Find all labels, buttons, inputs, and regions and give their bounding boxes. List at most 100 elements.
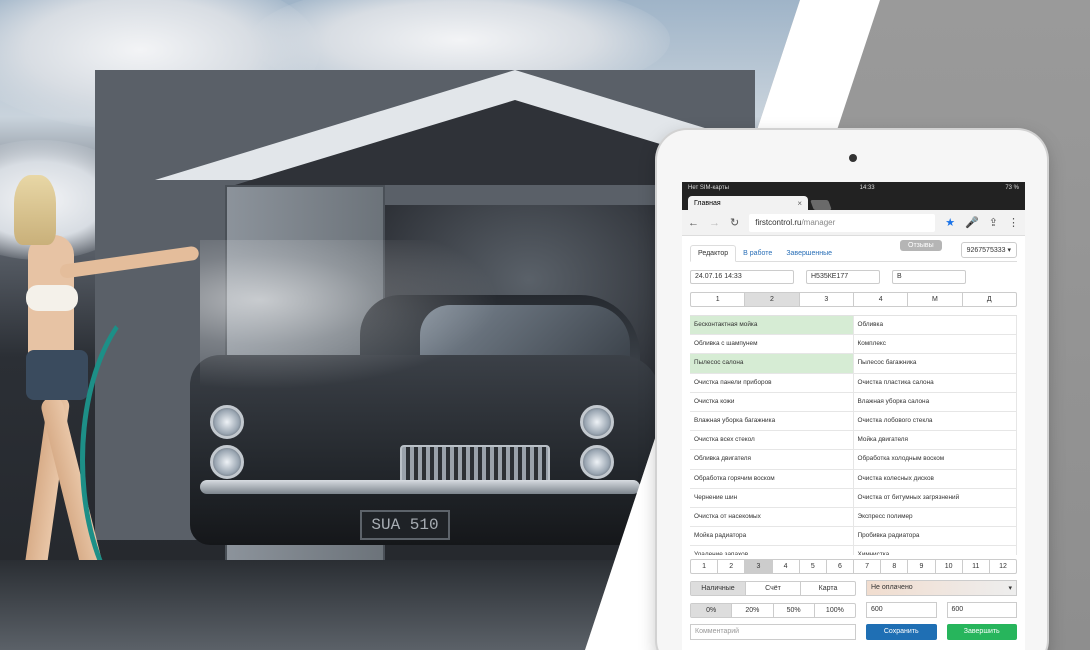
service-left[interactable]: Мойка радиатора: [690, 527, 854, 546]
tab-in-progress[interactable]: В работе: [736, 246, 779, 261]
car-license-plate: SUA 510: [360, 510, 450, 540]
service-row: Очистка всех стекол Мойка двигателя: [690, 431, 1017, 451]
address-bar: ← → ↻ firstcontrol.ru/manager ★ 🎤 ⇪ ⋮: [682, 210, 1025, 236]
reviews-button[interactable]: Отзывы: [900, 240, 942, 251]
finish-button[interactable]: Завершить: [946, 624, 1017, 640]
tab-completed[interactable]: Завершенные: [779, 246, 839, 261]
service-left[interactable]: Чернение шин: [690, 488, 854, 507]
back-arrow-icon[interactable]: ←: [688, 217, 699, 229]
service-row: Чернение шин Очистка от битумных загрязне…: [690, 488, 1017, 508]
time-label: 14:33: [859, 185, 875, 191]
service-left[interactable]: Обработка горячим воском: [690, 469, 854, 488]
tablet-camera: [849, 154, 857, 162]
datetime-field[interactable]: 24.07.16 14:33: [690, 270, 794, 284]
browser-tab-strip: Главная ×: [682, 194, 1025, 210]
page-option-9[interactable]: 10: [936, 560, 963, 573]
service-right[interactable]: Очистка колесных дисков: [854, 469, 1017, 488]
menu-dots-icon[interactable]: ⋮: [1008, 216, 1019, 229]
services-grid: Бесконтактная мойка Обливка Обливка с шамп…: [690, 315, 1017, 555]
service-right[interactable]: Обработка холодным воском: [854, 450, 1017, 469]
car-grille: [400, 445, 550, 485]
browser-tab[interactable]: Главная ×: [688, 196, 808, 210]
service-right[interactable]: Очистка лобового стекла: [854, 411, 1017, 431]
size-option-1[interactable]: 2: [745, 293, 800, 306]
comment-input[interactable]: Комментарий: [690, 624, 856, 640]
page-option-0[interactable]: 1: [691, 560, 719, 573]
size-option-2[interactable]: 3: [800, 293, 854, 306]
service-left[interactable]: Влажная уборка багажника: [690, 411, 854, 431]
manager-page: Редактор В работе Завершенные Отзывы 926…: [682, 236, 1025, 646]
page-option-1[interactable]: 2: [718, 560, 746, 573]
bookmark-star-icon[interactable]: ★: [945, 216, 955, 229]
url-domain: firstcontrol.ru: [755, 218, 802, 227]
plate-field[interactable]: Н535КЕ177: [806, 270, 880, 284]
new-tab-button[interactable]: [810, 200, 832, 210]
page-option-5[interactable]: 6: [827, 560, 855, 573]
discount-option-2[interactable]: 50%: [774, 603, 815, 617]
service-left[interactable]: Обливка двигателя: [690, 450, 854, 469]
payment-method-1[interactable]: Счёт: [746, 581, 801, 595]
service-left[interactable]: Очистка кожи: [690, 392, 854, 411]
payment-status: Не оплачено: [871, 584, 913, 591]
discount-option-3[interactable]: 100%: [815, 604, 855, 617]
discount-option-1[interactable]: 20%: [732, 603, 774, 617]
payment-method-2[interactable]: Карта: [801, 582, 855, 595]
service-right[interactable]: Мойка двигателя: [854, 431, 1017, 450]
service-left[interactable]: Очистка от насекомых: [690, 507, 854, 527]
service-left[interactable]: Обливка с шампунем: [690, 335, 854, 354]
save-button[interactable]: Сохранить: [866, 624, 937, 640]
service-right[interactable]: Обливка: [854, 316, 1017, 335]
service-right[interactable]: Пылесос багажника: [854, 354, 1017, 373]
service-right[interactable]: Химчистка: [854, 546, 1017, 555]
url-field[interactable]: firstcontrol.ru/manager: [749, 213, 936, 232]
service-right[interactable]: Пробивка радиатора: [854, 527, 1017, 546]
service-left[interactable]: Очистка всех стекол: [690, 431, 854, 450]
page-option-2[interactable]: 3: [745, 560, 773, 573]
headlight: [580, 405, 614, 439]
service-left[interactable]: Очистка панели приборов: [690, 373, 854, 392]
service-row: Бесконтактная мойка Обливка: [690, 316, 1017, 336]
tab-editor[interactable]: Редактор: [690, 245, 737, 262]
service-left[interactable]: Удаление запахов: [690, 546, 854, 555]
page-option-7[interactable]: 8: [881, 560, 909, 573]
actions-row: Комментарий Сохранить Завершить: [690, 624, 1017, 640]
service-right[interactable]: Влажная уборка салона: [854, 392, 1017, 411]
service-left[interactable]: Бесконтактная мойка: [690, 316, 854, 335]
share-icon[interactable]: ⇪: [989, 216, 998, 229]
page-option-10[interactable]: 11: [963, 560, 990, 573]
service-right[interactable]: Экспресс полимер: [854, 507, 1017, 527]
page-option-11[interactable]: 12: [990, 560, 1016, 573]
close-icon[interactable]: ×: [797, 199, 802, 208]
amount-field-1[interactable]: 600: [866, 602, 937, 618]
service-right[interactable]: Очистка пластика салона: [854, 373, 1017, 392]
page-option-3[interactable]: 4: [773, 560, 800, 573]
category-field[interactable]: В: [892, 270, 966, 284]
battery-label: 73 %: [1005, 185, 1019, 191]
service-right[interactable]: Комплекс: [854, 335, 1017, 354]
forward-arrow-icon[interactable]: →: [709, 217, 720, 229]
size-option-3[interactable]: 4: [854, 293, 909, 306]
carrier-label: Нет SIM-карты: [688, 185, 729, 191]
payment-method-0[interactable]: Наличные: [691, 581, 746, 595]
top: [26, 285, 78, 311]
payment-status-dropdown[interactable]: Не оплачено ▾: [866, 580, 1017, 596]
service-row: Влажная уборка багажника Очистка лобового…: [690, 411, 1017, 432]
discount-selector: 0% 20% 50% 100%: [690, 602, 856, 618]
service-left[interactable]: Пылесос салона: [690, 354, 854, 373]
size-option-4[interactable]: М: [908, 293, 963, 306]
page-option-8[interactable]: 9: [908, 560, 936, 573]
hair: [14, 175, 56, 245]
discount-option-0[interactable]: 0%: [691, 603, 733, 617]
headlight: [580, 445, 614, 479]
phone-dropdown[interactable]: 9267575333 ▾: [960, 242, 1017, 258]
reload-icon[interactable]: ↻: [730, 216, 739, 229]
page-option-4[interactable]: 5: [800, 560, 827, 573]
page-option-6[interactable]: 7: [854, 560, 882, 573]
microphone-icon[interactable]: 🎤: [965, 216, 979, 229]
size-option-0[interactable]: 1: [691, 293, 746, 306]
service-row: Мойка радиатора Пробивка радиатора: [690, 527, 1017, 547]
service-right[interactable]: Очистка от битумных загрязнений: [854, 488, 1017, 507]
service-row: Очистка от насекомых Экспресс полимер: [690, 507, 1017, 528]
size-option-5[interactable]: Д: [963, 293, 1016, 306]
amount-field-2[interactable]: 600: [946, 602, 1017, 618]
